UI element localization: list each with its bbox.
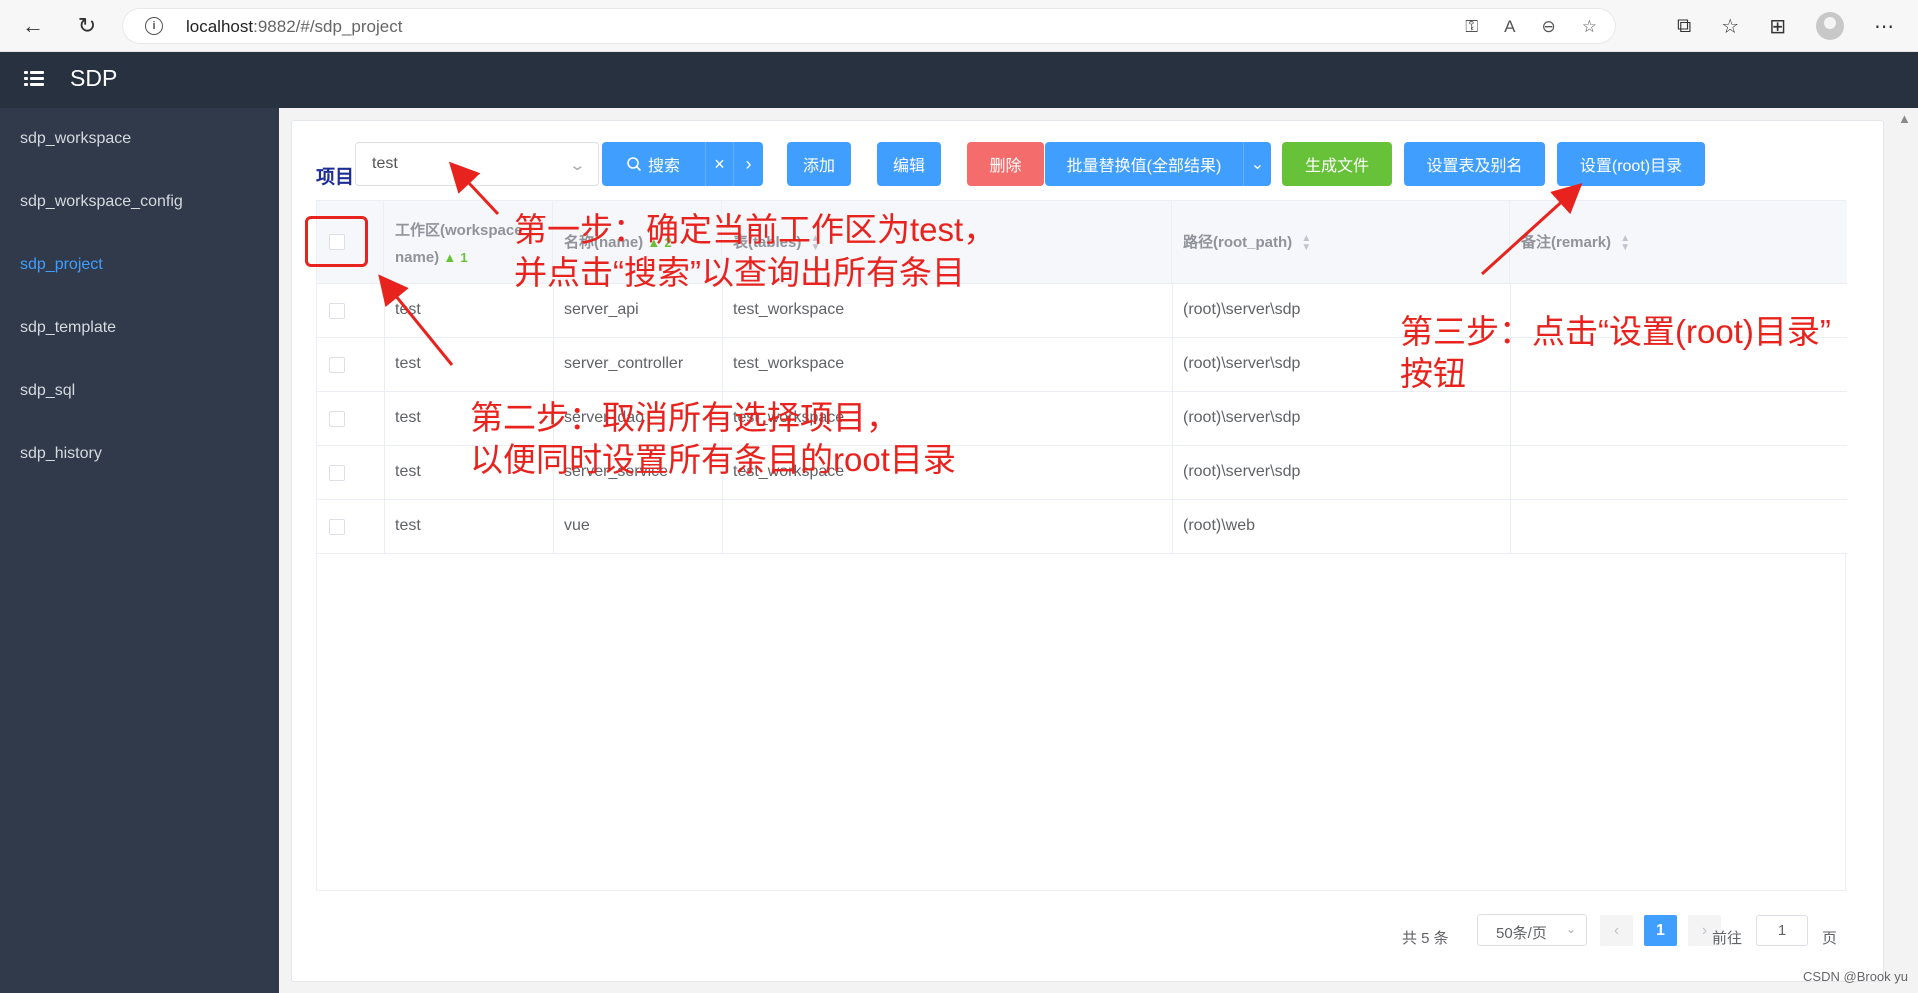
table-row[interactable]: test vue (root)\web xyxy=(317,500,1847,554)
goto-prefix: 前往 xyxy=(1712,930,1743,947)
chevron-down-icon: ⌄ xyxy=(568,157,587,174)
project-table: 工作区(workspace name) ▲ 1 名称(name) ▲ 2 表(t… xyxy=(316,200,1847,891)
page-size-select[interactable]: 50条/页 ⌄ xyxy=(1477,914,1587,946)
sidebar: sdp_workspace sdp_workspace_config sdp_p… xyxy=(0,108,279,993)
batch-replace-group: 批量替换值(全部结果) ⌄ xyxy=(1045,142,1271,186)
annotation-step1-line2: 并点击“搜索”以查询出所有条目 xyxy=(514,254,965,291)
more-icon[interactable]: ⋯ xyxy=(1874,14,1894,39)
chevron-right-icon[interactable]: › xyxy=(733,142,763,186)
sort-ascending-icon[interactable]: ▲ xyxy=(443,250,456,265)
refresh-icon[interactable]: ↻ xyxy=(73,12,101,40)
annotation-step2-line1: 第二步：取消所有选择项目， xyxy=(470,399,899,436)
zoom-out-icon[interactable]: ⊖ xyxy=(1542,17,1556,37)
sidebar-item-sdp-history[interactable]: sdp_history xyxy=(20,445,102,463)
workspace-select[interactable]: test ⌄ xyxy=(355,142,599,186)
delete-button[interactable]: 删除 xyxy=(967,142,1044,186)
prev-page-button[interactable]: ‹ xyxy=(1600,915,1633,946)
page-title: 项目 xyxy=(316,167,355,188)
add-button[interactable]: 添加 xyxy=(787,142,851,186)
row-checkbox[interactable] xyxy=(329,303,345,319)
row-checkbox[interactable] xyxy=(329,519,345,535)
sidebar-item-sdp-sql[interactable]: sdp_sql xyxy=(20,382,75,400)
scroll-up-arrow-icon[interactable]: ▲ xyxy=(1898,111,1911,126)
read-aloud-icon[interactable]: A xyxy=(1504,17,1515,37)
current-page-button[interactable]: 1 xyxy=(1644,915,1677,946)
edit-button[interactable]: 编辑 xyxy=(877,142,941,186)
annotation-step2-line2: 以便同时设置所有条目的root目录 xyxy=(470,441,956,478)
sort-caret-icon[interactable]: ▲ ▼ xyxy=(1301,234,1311,253)
chevron-down-icon[interactable]: ⌄ xyxy=(1243,142,1271,186)
workspace-select-value: test xyxy=(372,155,398,172)
back-icon[interactable]: ← xyxy=(19,12,47,40)
sort-caret-icon[interactable]: ▲ ▼ xyxy=(1620,234,1630,253)
annotation-highlight-box xyxy=(305,216,368,267)
row-checkbox[interactable] xyxy=(329,357,345,373)
set-table-alias-button[interactable]: 设置表及别名 xyxy=(1404,142,1545,186)
favorite-add-icon[interactable]: ☆ xyxy=(1582,17,1597,37)
annotation-step3-line1: 第三步：点击“设置(root)目录” xyxy=(1400,313,1831,350)
profile-avatar[interactable] xyxy=(1816,12,1844,40)
watermark: CSDN @Brook yu xyxy=(1803,969,1908,984)
browser-toolbar: ← ↻ i localhost:9882/#/sdp_project ⚿ A ⊖… xyxy=(0,0,1918,52)
annotation-step3-line2: 按钮 xyxy=(1400,355,1466,392)
app-title: SDP xyxy=(70,65,118,91)
search-button-group: 搜索 × › xyxy=(602,142,763,186)
sidebar-item-sdp-template[interactable]: sdp_template xyxy=(20,319,116,337)
key-icon[interactable]: ⚿ xyxy=(1465,17,1478,37)
sidebar-item-sdp-project[interactable]: sdp_project xyxy=(20,256,103,274)
clear-search-icon[interactable]: × xyxy=(705,142,733,186)
collections-icon[interactable]: ⊞ xyxy=(1769,14,1786,39)
sidebar-item-sdp-workspace[interactable]: sdp_workspace xyxy=(20,130,131,148)
pagination-total: 共 5 条 xyxy=(1402,930,1449,947)
set-root-directory-button[interactable]: 设置(root)目录 xyxy=(1557,142,1705,186)
batch-replace-button[interactable]: 批量替换值(全部结果) xyxy=(1045,142,1243,186)
search-button[interactable]: 搜索 xyxy=(602,142,704,186)
annotation-step1-line1: 第一步：确定当前工作区为test， xyxy=(514,211,997,248)
remark-column-header[interactable]: 备注(remark) ▲ ▼ xyxy=(1510,201,1847,284)
app-header: SDP xyxy=(0,52,1918,108)
row-checkbox[interactable] xyxy=(329,411,345,427)
info-icon[interactable]: i xyxy=(145,17,163,35)
chevron-down-icon: ⌄ xyxy=(1565,922,1576,936)
goto-page-input[interactable]: 1 xyxy=(1756,915,1808,946)
generate-files-button[interactable]: 生成文件 xyxy=(1282,142,1392,186)
goto-suffix: 页 xyxy=(1822,930,1838,947)
address-bar[interactable]: i localhost:9882/#/sdp_project ⚿ A ⊖ ☆ xyxy=(122,8,1616,44)
menu-toggle-icon[interactable] xyxy=(24,68,46,90)
root-path-column-header[interactable]: 路径(root_path) ▲ ▼ xyxy=(1172,201,1510,284)
sidebar-item-sdp-workspace-config[interactable]: sdp_workspace_config xyxy=(20,193,183,211)
row-checkbox[interactable] xyxy=(329,465,345,481)
search-icon xyxy=(627,157,642,172)
search-button-label: 搜索 xyxy=(647,158,680,175)
url-text: localhost:9882/#/sdp_project xyxy=(186,17,403,36)
favorites-icon[interactable]: ☆ xyxy=(1721,14,1739,39)
extensions-icon[interactable]: ⧉ xyxy=(1677,15,1691,38)
